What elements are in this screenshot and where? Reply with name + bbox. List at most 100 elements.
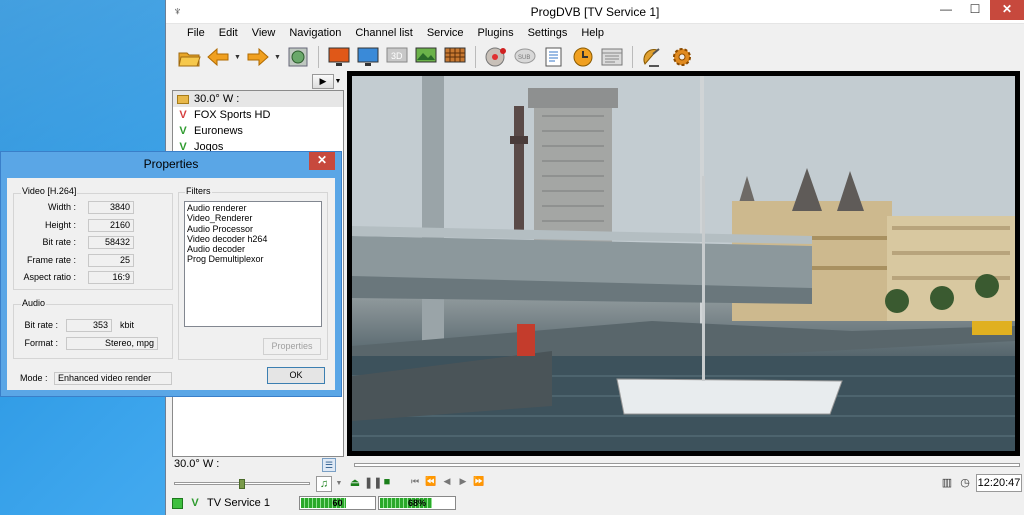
channel-group-header[interactable]: 30.0° W : xyxy=(173,91,343,107)
mode-label: Mode : xyxy=(20,373,48,383)
audio-bitrate-value: 353 xyxy=(66,319,112,332)
channel-v-icon: V xyxy=(179,125,187,137)
status-green-icon xyxy=(172,497,183,509)
epg-icon[interactable] xyxy=(599,44,625,70)
seek-track[interactable] xyxy=(354,463,1020,467)
menu-plugins[interactable]: Plugins xyxy=(471,27,521,39)
open-folder-icon[interactable] xyxy=(176,44,202,70)
video-image xyxy=(352,76,1015,451)
menu-help[interactable]: Help xyxy=(574,27,611,39)
position-label: 30.0° W : xyxy=(174,458,220,470)
menu-channel-list[interactable]: Channel list xyxy=(348,27,419,39)
mosaic-icon[interactable] xyxy=(442,44,468,70)
step-back-icon[interactable]: ◀ xyxy=(440,476,454,487)
stop-icon[interactable]: ■ xyxy=(380,476,394,488)
audio-bitrate-unit: kbit xyxy=(120,320,135,330)
subtitles-icon[interactable]: SUB xyxy=(512,44,538,70)
framerate-value: 25 xyxy=(88,254,134,267)
play-dropdown[interactable]: ▼ xyxy=(334,78,342,85)
height-label: Height : xyxy=(44,220,76,230)
filter-item[interactable]: Video_Renderer xyxy=(187,213,319,223)
channel-name: Euronews xyxy=(194,125,243,137)
menu-edit[interactable]: Edit xyxy=(212,27,245,39)
filter-item[interactable]: Audio Processor xyxy=(187,224,319,234)
channel-v-icon: V xyxy=(191,497,199,509)
menu-navigation[interactable]: Navigation xyxy=(282,27,348,39)
3d-icon[interactable]: 3D xyxy=(384,44,410,70)
menu-bar: File Edit View Navigation Channel list S… xyxy=(166,24,1024,42)
volume-thumb[interactable] xyxy=(239,479,245,489)
filter-item[interactable]: Audio decoder xyxy=(187,244,319,254)
channel-group-label: 30.0° W : xyxy=(194,93,240,105)
service-name: TV Service 1 xyxy=(207,497,270,509)
aspect-ratio-value: 16:9 xyxy=(88,271,134,284)
close-button[interactable]: ✕ xyxy=(990,0,1024,20)
maximize-button[interactable]: ☐ xyxy=(960,0,990,20)
audio-bitrate-label: Bit rate : xyxy=(24,320,58,330)
toolbar-separator xyxy=(632,46,633,68)
list-view-button[interactable]: ☰ xyxy=(322,458,336,472)
audio-dropdown[interactable]: ▼ xyxy=(332,480,346,487)
satellite-dish-icon[interactable] xyxy=(640,44,666,70)
menu-view[interactable]: View xyxy=(245,27,283,39)
mode-value: Enhanced video render xyxy=(54,372,172,385)
height-value: 2160 xyxy=(88,219,134,232)
folder-icon xyxy=(177,94,189,104)
step-forward-icon[interactable]: ▶ xyxy=(456,476,470,487)
channel-item[interactable]: V FOX Sports HD xyxy=(173,107,343,123)
filters-list[interactable]: Audio renderer Video_Renderer Audio Proc… xyxy=(184,201,322,327)
eject-icon[interactable]: ⏏ xyxy=(348,476,362,489)
audio-group-label: Audio xyxy=(21,298,47,308)
menu-settings[interactable]: Settings xyxy=(521,27,575,39)
signal-level-meter: 60 xyxy=(299,496,376,510)
menu-service[interactable]: Service xyxy=(420,27,471,39)
record-disc-icon[interactable] xyxy=(483,44,509,70)
ok-button[interactable]: OK xyxy=(267,367,325,384)
rewind-icon[interactable]: ⏪ xyxy=(424,476,438,487)
signal-quality-value: 68% xyxy=(407,498,426,508)
back-dropdown[interactable]: ▼ xyxy=(234,54,242,61)
channel-item[interactable]: V Euronews xyxy=(173,123,343,139)
bitrate-value: 58432 xyxy=(88,236,134,249)
channel-name: FOX Sports HD xyxy=(194,109,271,121)
tv-channel-icon[interactable] xyxy=(355,44,381,70)
format-value: Stereo, mpg xyxy=(66,337,158,350)
minimize-button[interactable]: — xyxy=(931,0,961,20)
forward-arrow-icon[interactable] xyxy=(245,44,271,70)
teletext-icon[interactable] xyxy=(541,44,567,70)
filter-item[interactable]: Video decoder h264 xyxy=(187,234,319,244)
filter-item[interactable]: Audio renderer xyxy=(187,203,319,213)
signal-quality-meter: 68% xyxy=(378,496,456,510)
video-frame[interactable] xyxy=(347,71,1020,456)
seek-bar[interactable] xyxy=(350,460,1020,470)
clock-display: 12:20:47 xyxy=(976,474,1022,492)
framerate-label: Frame rate : xyxy=(26,255,76,265)
scheduler-clock-icon[interactable] xyxy=(570,44,596,70)
channel-panel-toolbar: ▶ ▼ xyxy=(172,72,344,90)
filter-item[interactable]: Prog Demultiplexor xyxy=(187,254,319,264)
filter-properties-button[interactable]: Properties xyxy=(263,338,321,355)
play-button[interactable]: ▶ xyxy=(312,73,334,89)
fast-forward-icon[interactable]: ⏩ xyxy=(472,476,486,487)
scan-icon[interactable] xyxy=(285,44,311,70)
timer-icon[interactable]: ◷ xyxy=(958,476,972,489)
skip-back-icon[interactable]: ⏮ xyxy=(408,476,422,487)
pause-icon[interactable]: ❚❚ xyxy=(364,476,382,489)
width-label: Width : xyxy=(47,202,76,212)
forward-dropdown[interactable]: ▼ xyxy=(274,54,282,61)
tv-screen-icon[interactable] xyxy=(326,44,352,70)
width-value: 3840 xyxy=(88,201,134,214)
settings-gear-icon[interactable] xyxy=(669,44,695,70)
title-bar[interactable]: ♆ ProgDVB [TV Service 1] — ☐ ✕ xyxy=(166,0,1024,24)
equalizer-icon[interactable]: ▥ xyxy=(940,476,954,489)
aspect-ratio-label: Aspect ratio : xyxy=(23,272,76,282)
volume-slider[interactable] xyxy=(174,479,310,489)
dialog-close-button[interactable]: ✕ xyxy=(309,152,335,170)
svg-text:SUB: SUB xyxy=(518,55,530,61)
back-arrow-icon[interactable] xyxy=(205,44,231,70)
picture-icon[interactable] xyxy=(413,44,439,70)
video-group-label: Video [H.264] xyxy=(21,186,78,196)
audio-music-icon[interactable]: ♫ xyxy=(316,476,332,492)
playback-controls: ♫ ▼ ⏏ ❚❚ ■ ⏮ ⏪ ◀ ▶ ⏩ ▥ ◷ 12:20:47 xyxy=(172,474,1022,494)
menu-file[interactable]: File xyxy=(180,27,212,39)
